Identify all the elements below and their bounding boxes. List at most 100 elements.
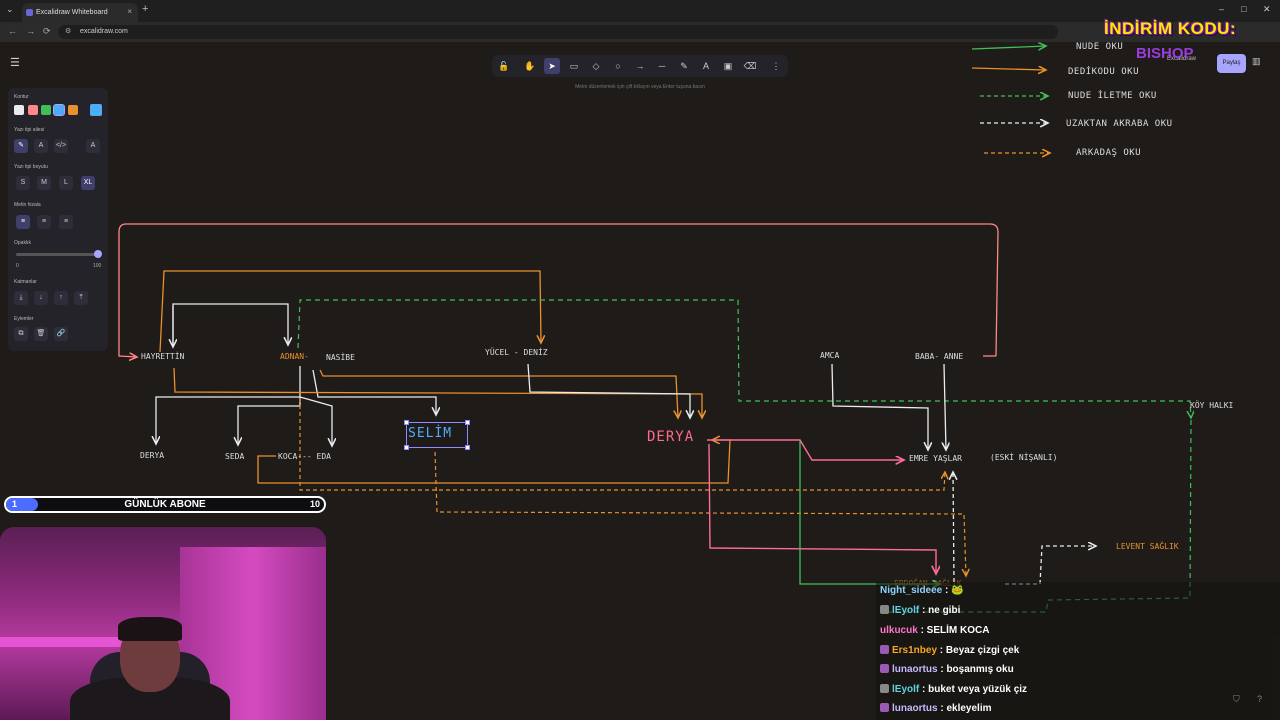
- webcam-feed: [0, 527, 326, 720]
- legend-arrow-dedikodu[interactable]: [971, 68, 1046, 70]
- stroke-swatch-red[interactable]: [28, 105, 38, 115]
- uzaktan-akraba-erdogan-levent[interactable]: [1005, 546, 1096, 585]
- legend-uzaktan-akraba[interactable]: UZAKTAN AKRABA OKU: [1066, 119, 1173, 129]
- ellipse-icon[interactable]: ○: [610, 58, 626, 74]
- text-icon[interactable]: A: [698, 58, 714, 74]
- lock-icon[interactable]: 🔓: [496, 58, 512, 74]
- node-emre-yaslar[interactable]: EMRE YAŞLAR: [909, 454, 962, 463]
- node-seda[interactable]: SEDA: [225, 452, 244, 461]
- main-menu-icon[interactable]: ☰: [10, 56, 26, 70]
- child-arrow-seda[interactable]: [238, 397, 301, 445]
- font-size-xl[interactable]: XL: [81, 176, 95, 190]
- dedikodu-koca-derya[interactable]: [257, 440, 731, 484]
- font-more-button[interactable]: A: [86, 139, 100, 153]
- yucel-deniz-to-derya[interactable]: [527, 363, 690, 418]
- delete-icon[interactable]: 🗑: [34, 327, 48, 341]
- share-button[interactable]: Paylaş: [1217, 54, 1246, 73]
- legend-arkadas[interactable]: ARKADAŞ OKU: [1076, 148, 1141, 158]
- diamond-icon[interactable]: ◇: [588, 58, 604, 74]
- node-baba-anne[interactable]: BABA- ANNE: [915, 352, 963, 361]
- node-adnan[interactable]: ADNAN-: [280, 352, 309, 361]
- send-backward-icon[interactable]: ↓: [34, 291, 48, 305]
- child-arrow-derya[interactable]: [156, 366, 301, 444]
- opacity-max: 100: [93, 263, 102, 269]
- font-size-m[interactable]: M: [37, 176, 51, 190]
- stream-chat: Night_sideee : 🐸 lEyolf : ne gibi ulkucu…: [876, 582, 1280, 720]
- arkadas-to-emre[interactable]: [299, 398, 945, 491]
- chat-badge-icon: [880, 605, 889, 614]
- duplicate-icon[interactable]: ⧉: [14, 327, 28, 341]
- eraser-icon[interactable]: ⌫: [742, 58, 758, 74]
- stroke-swatch-orange[interactable]: [68, 105, 78, 115]
- bring-forward-icon[interactable]: ↑: [54, 291, 68, 305]
- resize-handle-tr[interactable]: [465, 420, 470, 425]
- child-arrow-eda[interactable]: [299, 396, 332, 446]
- node-derya-big[interactable]: DERYA: [647, 429, 694, 445]
- pencil-icon[interactable]: ✎: [676, 58, 692, 74]
- node-eski-nisanli[interactable]: (ESKİ NİŞANLI): [990, 453, 1057, 462]
- align-center-button[interactable]: ≡: [37, 215, 51, 229]
- help-icon[interactable]: ?: [1257, 694, 1262, 704]
- node-levent-saglik[interactable]: LEVENT SAĞLIK: [1116, 542, 1179, 551]
- node-hayrettin[interactable]: HAYRETTİN: [141, 352, 184, 361]
- arrow-icon[interactable]: →: [632, 58, 648, 74]
- node-amca[interactable]: AMCA: [820, 351, 839, 360]
- font-normal-button[interactable]: A: [34, 139, 48, 153]
- image-icon[interactable]: ▣: [720, 58, 736, 74]
- legend-arrow-nude[interactable]: [971, 46, 1046, 49]
- chat-user: lunaortus: [892, 703, 938, 714]
- stroke-current-color[interactable]: [90, 104, 102, 116]
- bring-to-front-icon[interactable]: ⤒: [74, 291, 88, 305]
- legend-dedikodu[interactable]: DEDİKODU OKU: [1068, 67, 1139, 77]
- line-icon[interactable]: ─: [654, 58, 670, 74]
- opacity-slider[interactable]: [16, 250, 102, 258]
- arkadas-selim-levent[interactable]: [434, 451, 966, 576]
- stroke-swatch-green[interactable]: [41, 105, 51, 115]
- resize-handle-tl[interactable]: [404, 420, 409, 425]
- chat-badge-icon: [880, 684, 889, 693]
- node-koy-halki[interactable]: KÖY HALKI: [1190, 401, 1233, 410]
- stroke-swatch-white[interactable]: [14, 105, 24, 115]
- font-code-button[interactable]: </>: [54, 139, 68, 153]
- chat-text: : SELİM KOCA: [917, 625, 990, 636]
- resize-handle-br[interactable]: [465, 445, 470, 450]
- shield-icon[interactable]: ⛉: [1233, 694, 1240, 705]
- resize-handle-bl[interactable]: [404, 445, 409, 450]
- font-hand-drawn-button[interactable]: ✎: [14, 139, 28, 153]
- hand-icon[interactable]: ✋: [522, 58, 538, 74]
- stroke-label: Kontur: [14, 94, 29, 100]
- font-size-l[interactable]: L: [59, 176, 73, 190]
- actions-label: Eylemler: [14, 316, 34, 322]
- baba-anne-to-emre-arrow[interactable]: [944, 363, 946, 450]
- shape-toolbar: 🔓 ✋ ➤ ▭ ◇ ○ → ─ ✎ A ▣ ⌫ ⋮: [492, 55, 788, 77]
- font-size-s[interactable]: S: [16, 176, 30, 190]
- node-yucel-deniz[interactable]: YÜCEL - DENİZ: [485, 348, 548, 357]
- node-koca-eda[interactable]: KOCA--- EDA: [278, 452, 331, 461]
- chat-message: Ers1nbey : Beyaz çizgi çek: [880, 645, 1019, 656]
- derya-to-emre-arrow[interactable]: [707, 439, 904, 460]
- more-tools-icon[interactable]: ⋮: [768, 58, 784, 74]
- node-derya-small[interactable]: DERYA: [140, 451, 164, 460]
- send-to-back-icon[interactable]: ⤓: [14, 291, 28, 305]
- selection-box[interactable]: [406, 422, 468, 448]
- link-icon[interactable]: 🔗: [54, 327, 68, 341]
- nude-iletme-arrow-koy[interactable]: [297, 299, 1191, 418]
- opacity-min: 0: [16, 263, 19, 269]
- node-nasibe[interactable]: NASİBE: [326, 353, 355, 362]
- uzaktan-akraba-erdogan-emre[interactable]: [953, 472, 954, 583]
- align-left-button[interactable]: ≡: [16, 215, 30, 229]
- legend-nude-iletme[interactable]: NUDE İLETME OKU: [1068, 91, 1157, 101]
- rectangle-icon[interactable]: ▭: [566, 58, 582, 74]
- chat-user: Ers1nbey: [892, 645, 938, 656]
- derya-to-erdogan-arrow[interactable]: [708, 443, 936, 574]
- white-link-hayrettin-adnan[interactable]: [172, 303, 288, 345]
- baba-anne-to-hayrettin-arrow[interactable]: [118, 223, 999, 357]
- amca-to-emre-arrow[interactable]: [831, 363, 928, 450]
- legend-nude[interactable]: NUDE OKU: [1076, 42, 1123, 52]
- font-size-label: Yazı tipi boyutu: [14, 164, 48, 170]
- align-right-button[interactable]: ≡: [59, 215, 73, 229]
- dedikodu-arrow-top[interactable]: [159, 270, 541, 353]
- selection-icon[interactable]: ➤: [544, 58, 560, 74]
- sidebar-toggle-icon[interactable]: ▥: [1252, 56, 1266, 70]
- stroke-swatch-blue[interactable]: [53, 104, 65, 116]
